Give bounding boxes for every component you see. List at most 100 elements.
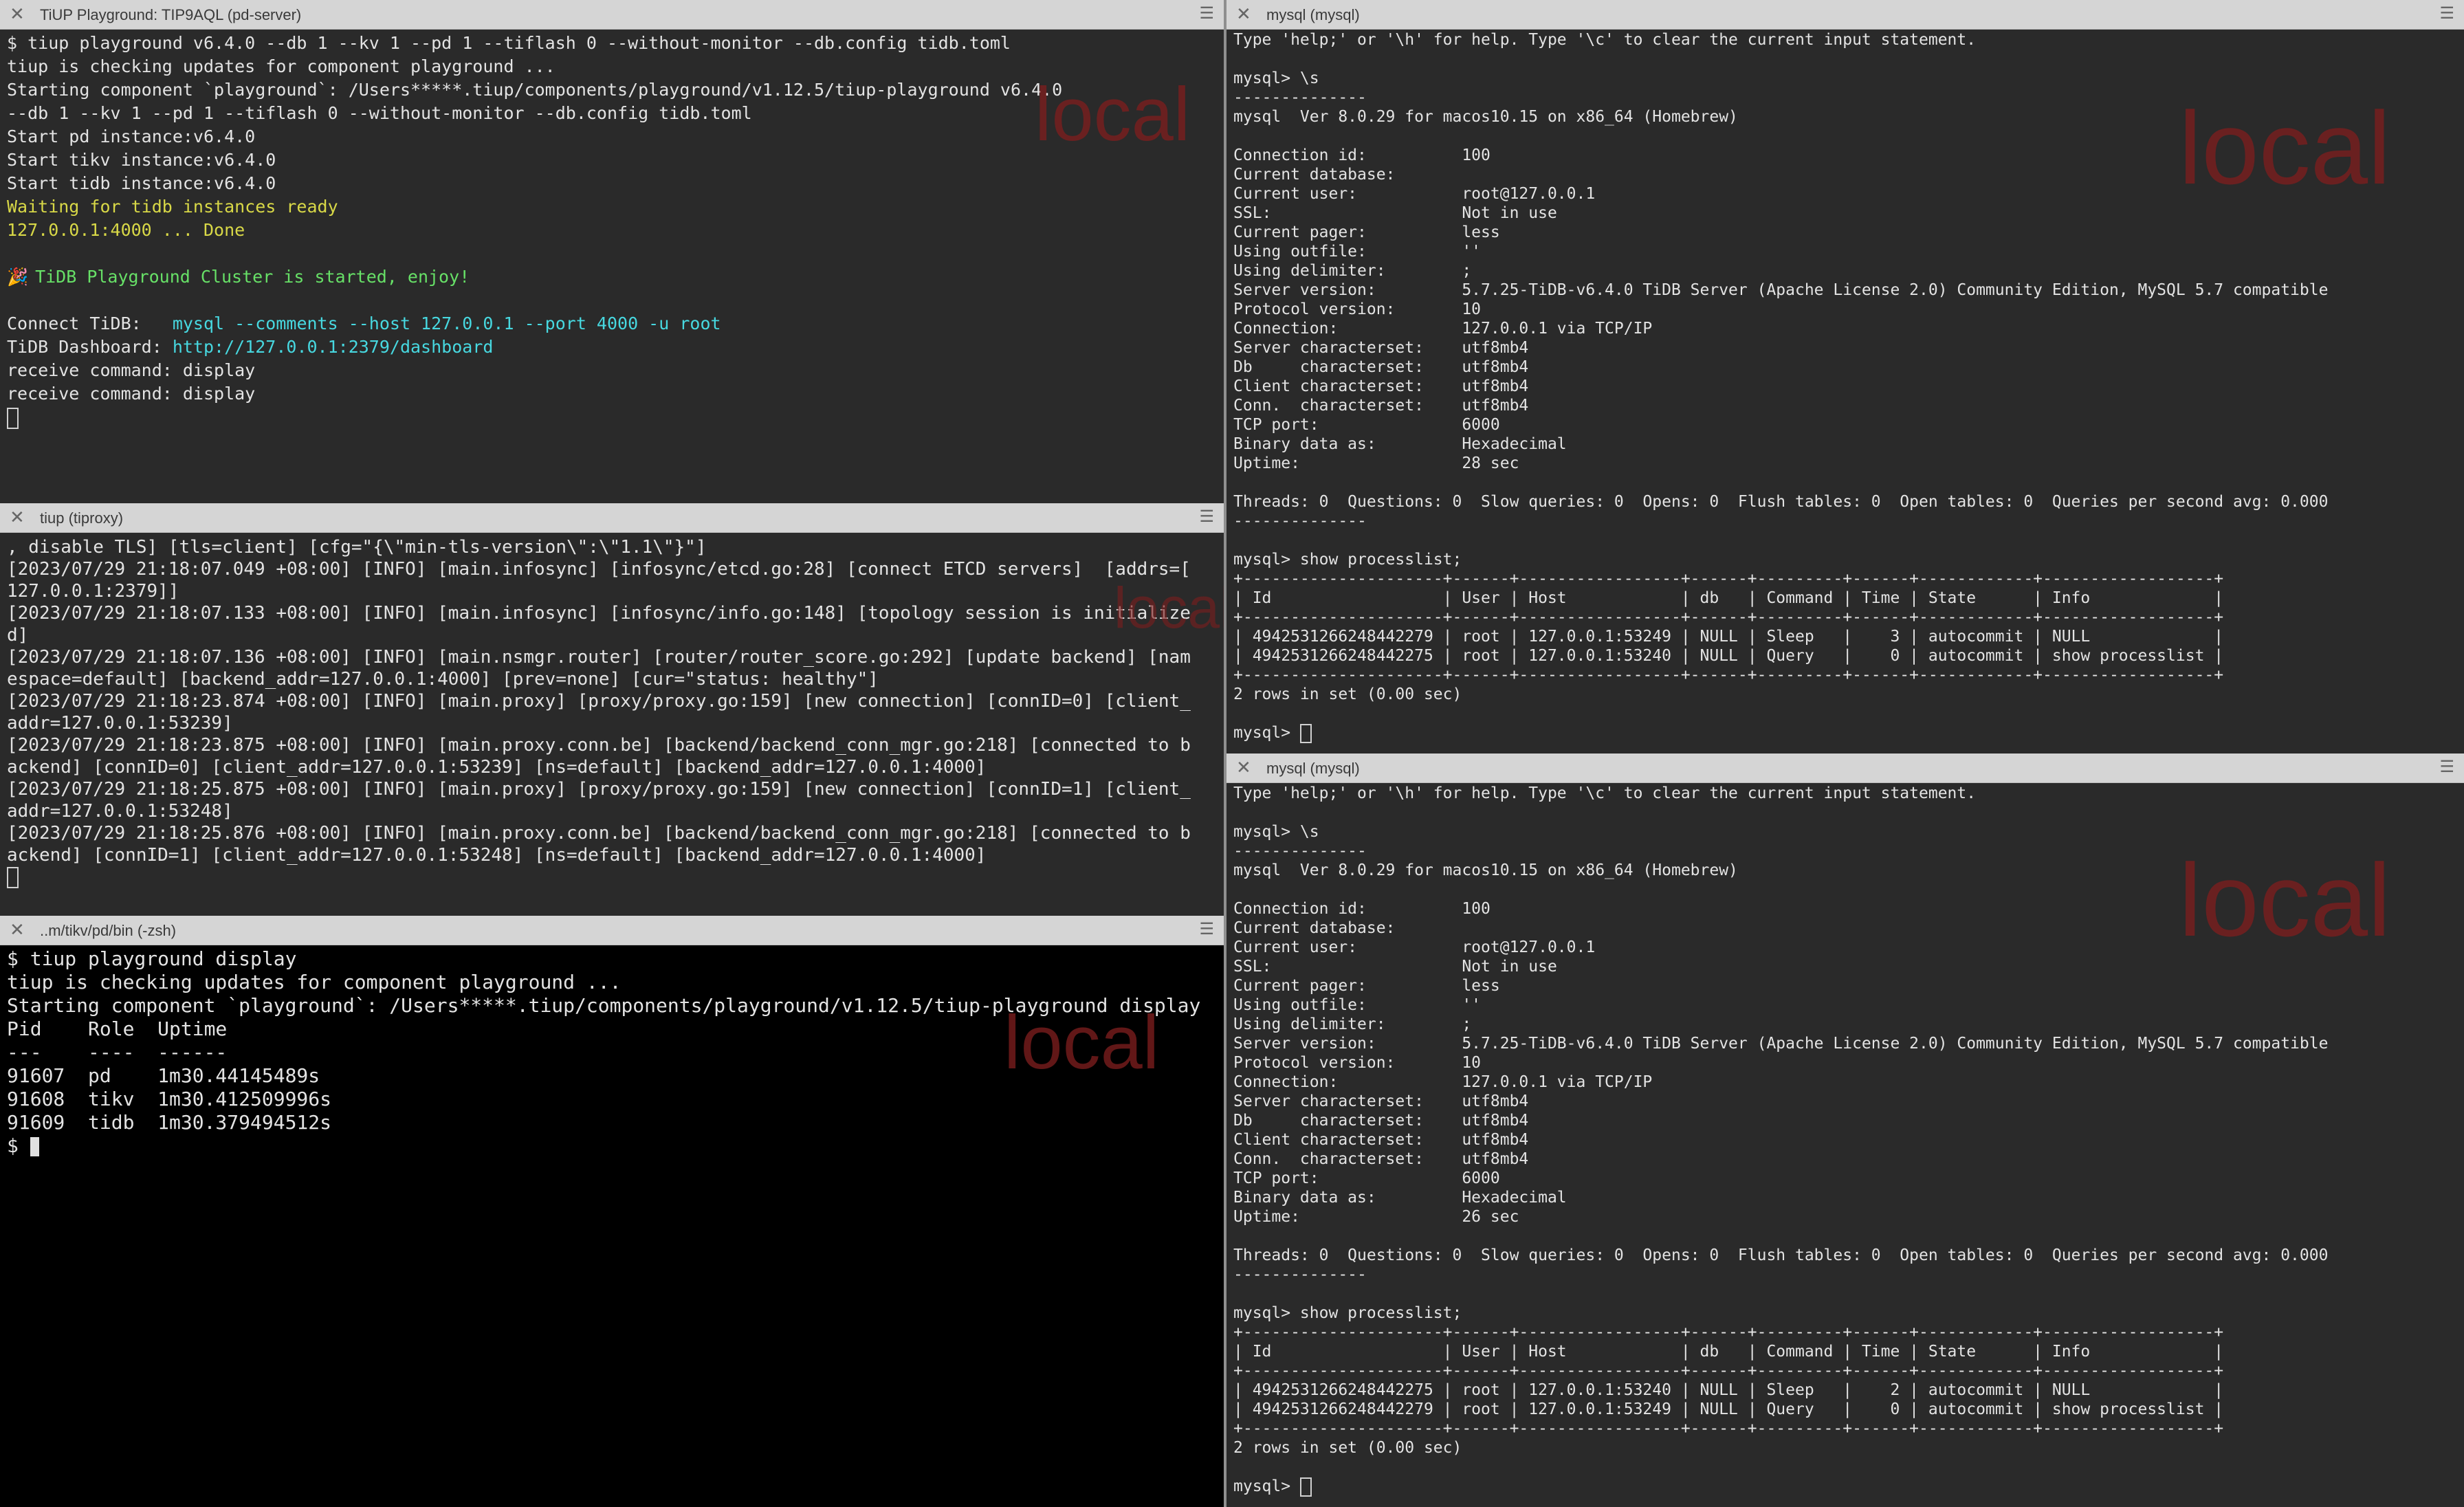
mysql-prompt-line[interactable]: mysql> bbox=[1233, 723, 2460, 743]
close-icon[interactable]: ✕ bbox=[10, 508, 25, 526]
terminal-text: Start tidb instance:v6.4.0 bbox=[7, 173, 276, 193]
terminal-output[interactable]: , disable TLS] [tls=client] [cfg="{\"min… bbox=[7, 536, 1220, 916]
terminal-line: 91607 pd 1m30.44145489s bbox=[7, 1064, 320, 1087]
terminal-line: Type 'help;' or '\h' for help. Type '\c'… bbox=[1233, 31, 1977, 49]
terminal-output[interactable]: $ tiup playground v6.4.0 --db 1 --kv 1 -… bbox=[7, 32, 1220, 503]
terminal-line: 127.0.0.1:4000 ... Done bbox=[7, 219, 1220, 242]
terminal-text: tiup is checking updates for component p… bbox=[7, 56, 556, 76]
terminal-line: 2 rows in set (0.00 sec) bbox=[1233, 1439, 1462, 1457]
terminal-prompt-line[interactable]: $ bbox=[7, 1134, 1220, 1158]
terminal-line: mysql Ver 8.0.29 for macos10.15 on x86_6… bbox=[1233, 861, 1738, 879]
terminal-line: Uptime: 28 sec bbox=[1233, 454, 1519, 472]
terminal-line: addr=127.0.0.1:53248] bbox=[7, 801, 233, 822]
terminal-pane-tiproxy[interactable]: ✕ tiup (tiproxy) ☰ , disable TLS] [tls=c… bbox=[0, 503, 1224, 916]
terminal-line: Current user: root@127.0.0.1 bbox=[1233, 185, 1596, 203]
close-icon[interactable]: ✕ bbox=[10, 921, 25, 938]
terminal-line: [2023/07/29 21:18:23.874 +08:00] [INFO] … bbox=[7, 691, 1191, 712]
pane-titlebar[interactable]: ✕ ..m/tikv/pd/bin (-zsh) ☰ bbox=[0, 916, 1224, 945]
terminal-line: +---------------------+------+----------… bbox=[1233, 608, 2224, 626]
terminal-line: Client characterset: utf8mb4 bbox=[1233, 377, 1529, 395]
menu-icon[interactable]: ☰ bbox=[1199, 6, 1214, 22]
party-popper-icon: 🎉 bbox=[7, 267, 29, 287]
terminal-output[interactable]: Type 'help;' or '\h' for help. Type '\c'… bbox=[1233, 784, 2460, 1507]
terminal-line: mysql> \s bbox=[1233, 823, 1319, 841]
terminal-line: $ tiup playground display bbox=[7, 947, 297, 970]
terminal-line: SSL: Not in use bbox=[1233, 204, 1557, 222]
terminal-text: TiDB Dashboard: bbox=[7, 337, 173, 357]
close-icon[interactable]: ✕ bbox=[1236, 758, 1251, 776]
terminal-line: mysql> show processlist; bbox=[1233, 551, 1462, 569]
pane-titlebar[interactable]: ✕ tiup (tiproxy) ☰ bbox=[0, 503, 1224, 533]
terminal-cursor-line[interactable] bbox=[7, 406, 1220, 429]
menu-icon[interactable]: ☰ bbox=[2439, 6, 2454, 22]
terminal-link-text: http://127.0.0.1:2379/dashboard bbox=[172, 337, 494, 357]
terminal-line: --- ---- ------ bbox=[7, 1041, 228, 1064]
terminal-line: Connect TiDB: mysql --comments --host 12… bbox=[7, 312, 1220, 336]
pane-titlebar[interactable]: ✕ mysql (mysql) ☰ bbox=[1226, 0, 2464, 30]
terminal-output[interactable]: Type 'help;' or '\h' for help. Type '\c'… bbox=[1233, 30, 2460, 754]
terminal-line: 91608 tikv 1m30.412509996s bbox=[7, 1088, 332, 1110]
terminal-output[interactable]: $ tiup playground display tiup is checkin… bbox=[7, 947, 1220, 1507]
terminal-line: $ tiup playground v6.4.0 --db 1 --kv 1 -… bbox=[7, 32, 1220, 55]
terminal-line: ackend] [connID=1] [client_addr=127.0.0.… bbox=[7, 845, 987, 866]
menu-icon[interactable]: ☰ bbox=[1199, 921, 1214, 938]
mysql-prompt: mysql> bbox=[1233, 1477, 1300, 1495]
terminal-line: -------------- bbox=[1233, 1266, 1367, 1284]
terminal-line: 127.0.0.1:2379]] bbox=[7, 581, 179, 602]
terminal-line: 2 rows in set (0.00 sec) bbox=[1233, 685, 1462, 703]
terminal-text: receive command: display bbox=[7, 384, 256, 404]
terminal-text: Starting component `playground`: /Users*… bbox=[7, 80, 1063, 100]
close-icon[interactable]: ✕ bbox=[10, 5, 25, 23]
terminal-line: tiup is checking updates for component p… bbox=[7, 55, 1220, 78]
terminal-line: --db 1 --kv 1 --pd 1 --tiflash 0 --witho… bbox=[7, 102, 1220, 125]
pane-title: ..m/tikv/pd/bin (-zsh) bbox=[40, 922, 177, 939]
mysql-prompt: mysql> bbox=[1233, 724, 1300, 742]
terminal-line: | Id | User | Host | db | Command | Time… bbox=[1233, 589, 2224, 607]
terminal-line: Server characterset: utf8mb4 bbox=[1233, 1092, 1529, 1110]
menu-icon[interactable]: ☰ bbox=[1199, 509, 1214, 525]
terminal-line: +---------------------+------+----------… bbox=[1233, 570, 2224, 588]
terminal-line: Waiting for tidb instances ready bbox=[7, 195, 1220, 219]
close-icon[interactable]: ✕ bbox=[1236, 5, 1251, 23]
terminal-line: Start tidb instance:v6.4.0 bbox=[7, 172, 1220, 195]
terminal-pane-mysql-bottom[interactable]: ✕ mysql (mysql) ☰ Type 'help;' or '\h' f… bbox=[1226, 754, 2464, 1507]
pane-titlebar[interactable]: ✕ TiUP Playground: TIP9AQL (pd-server) ☰ bbox=[0, 0, 1224, 30]
terminal-line: Connection id: 100 bbox=[1233, 146, 1490, 164]
terminal-line: 🎉 TiDB Playground Cluster is started, en… bbox=[7, 265, 1220, 289]
menu-icon[interactable]: ☰ bbox=[2439, 759, 2454, 776]
pane-title: mysql (mysql) bbox=[1266, 6, 1360, 23]
terminal-line: +---------------------+------+----------… bbox=[1233, 666, 2224, 684]
pane-titlebar[interactable]: ✕ mysql (mysql) ☰ bbox=[1226, 754, 2464, 783]
terminal-line: Connection: 127.0.0.1 via TCP/IP bbox=[1233, 1073, 1653, 1091]
terminal-line: [2023/07/29 21:18:07.133 +08:00] [INFO] … bbox=[7, 603, 1191, 624]
terminal-line: Binary data as: Hexadecimal bbox=[1233, 1189, 1567, 1207]
terminal-pane-pd-server[interactable]: ✕ TiUP Playground: TIP9AQL (pd-server) ☰… bbox=[0, 0, 1224, 503]
terminal-line: Using delimiter: ; bbox=[1233, 262, 1472, 280]
terminal-cursor-line[interactable] bbox=[7, 866, 1220, 888]
terminal-text: Connect TiDB: bbox=[7, 314, 173, 333]
terminal-line: -------------- bbox=[1233, 512, 1367, 530]
terminal-line: Server version: 5.7.25-TiDB-v6.4.0 TiDB … bbox=[1233, 281, 2329, 299]
mysql-prompt-line[interactable]: mysql> bbox=[1233, 1477, 2460, 1497]
terminal-line: Conn. characterset: utf8mb4 bbox=[1233, 1150, 1529, 1168]
terminal-line: d] bbox=[7, 625, 29, 646]
terminal-line: Using outfile: '' bbox=[1233, 243, 1482, 261]
terminal-line: TiDB Dashboard: http://127.0.0.1:2379/da… bbox=[7, 336, 1220, 359]
shell-prompt: $ bbox=[7, 1134, 30, 1157]
terminal-pane-mysql-top[interactable]: ✕ mysql (mysql) ☰ Type 'help;' or '\h' f… bbox=[1226, 0, 2464, 754]
terminal-line: +---------------------+------+----------… bbox=[1233, 1323, 2224, 1341]
pane-title: mysql (mysql) bbox=[1266, 760, 1360, 777]
terminal-pane-zsh[interactable]: ✕ ..m/tikv/pd/bin (-zsh) ☰ $ tiup playgr… bbox=[0, 916, 1224, 1507]
terminal-line: Db characterset: utf8mb4 bbox=[1233, 358, 1529, 376]
terminal-line: Protocol version: 10 bbox=[1233, 300, 1482, 318]
terminal-line: receive command: display bbox=[7, 382, 1220, 406]
terminal-line: -------------- bbox=[1233, 842, 1367, 860]
terminal-line: Using outfile: '' bbox=[1233, 996, 1482, 1014]
